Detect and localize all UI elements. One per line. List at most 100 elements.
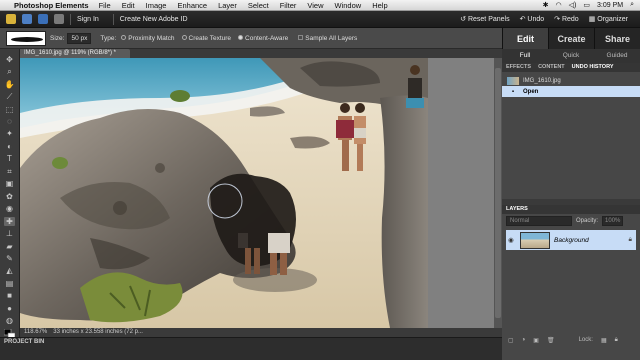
menu-enhance[interactable]: Enhance [177,1,207,10]
sample-all-layers-label: Sample All Layers [305,34,358,42]
type-label: Type: [100,34,117,42]
sponge-tool-icon[interactable]: ◍ [4,317,15,326]
menu-view[interactable]: View [307,1,323,10]
document-tab[interactable]: IMG_1610.jpg @ 119% (RGB/8*) * [20,49,130,58]
project-bin: PROJECT BIN [0,337,502,360]
subtab-quick[interactable]: Quick [548,49,594,63]
canvas-pasteboard [428,58,494,328]
crop-tool-icon[interactable]: ⌗ [4,167,15,176]
visibility-eye-icon[interactable]: ◉ [508,236,516,244]
layer-background[interactable]: ◉ Background 🔒︎ [506,230,636,250]
brush-preset-picker[interactable] [6,30,46,46]
image-canvas[interactable] [20,58,428,328]
scrollbar-thumb[interactable] [495,68,501,318]
tab-effects[interactable]: EFFECTS [506,63,531,72]
menu-file[interactable]: File [99,1,111,10]
eraser-tool-icon[interactable]: ▰ [4,242,15,251]
red-eye-tool-icon[interactable]: ◉ [4,204,15,213]
sample-all-layers-checkbox[interactable]: Sample All Layers [298,35,357,42]
menu-help[interactable]: Help [372,1,387,10]
spotlight-icon[interactable]: ⌕ [630,1,634,9]
gradient-tool-icon[interactable]: ▤ [4,279,15,288]
create-adobe-id-link[interactable]: Create New Adobe ID [120,16,188,23]
vertical-scrollbar[interactable] [494,58,502,328]
cookie-cutter-icon[interactable]: ✿ [4,192,15,201]
radio-icon [181,35,187,41]
type-tool-icon[interactable]: T [4,155,15,164]
menu-layer[interactable]: Layer [218,1,237,10]
lock-label: Lock: [578,337,593,343]
volume-icon[interactable]: ◁) [569,1,577,9]
size-input[interactable]: 50 px [67,32,92,44]
open-file-icon[interactable] [22,14,32,24]
blend-mode-select[interactable]: Normal [506,216,572,226]
tab-undo-history[interactable]: UNDO HISTORY [572,63,614,72]
blur-tool-icon[interactable]: ● [4,304,15,313]
tab-content[interactable]: CONTENT [538,63,565,72]
type-proximity-match[interactable]: Proximity Match [121,35,175,42]
app-menu[interactable]: Photoshop Elements [14,1,89,10]
clock[interactable]: 3:09 PM [597,2,623,9]
spot-healing-brush-icon[interactable]: ✚ [4,216,15,227]
app-bar: Sign In Create New Adobe ID ↺ Reset Pane… [0,11,640,28]
bluetooth-icon[interactable]: ✱ [543,1,549,9]
organizer-button[interactable]: ▦ Organizer [589,15,628,23]
tab-create[interactable]: Create [548,28,594,49]
edit-subtabs: Full Quick Guided [502,49,640,63]
eyedropper-tool-icon[interactable]: ⟋ [4,92,15,101]
reset-panels-button[interactable]: ↺ Reset Panels [460,15,509,23]
menu-filter[interactable]: Filter [280,1,297,10]
tab-share[interactable]: Share [594,28,640,49]
hand-tool-icon[interactable]: ✋ [4,80,15,89]
sign-in-link[interactable]: Sign In [77,16,99,23]
wifi-icon[interactable]: ◠ [556,1,562,9]
menu-image[interactable]: Image [146,1,167,10]
layer-mask-icon[interactable]: ▣ [533,337,539,344]
type-option-label: Content-Aware [245,34,289,42]
status-bar: 118.67% 33 inches x 23.558 inches (72 p.… [20,328,502,337]
menu-edit[interactable]: Edit [122,1,135,10]
subtab-guided[interactable]: Guided [594,49,640,63]
reset-panels-label: Reset Panels [467,16,510,23]
selection-brush-icon[interactable]: ◐ [4,142,15,151]
history-item-snapshot[interactable]: IMG_1610.jpg [502,75,640,86]
redo-button[interactable]: ↷ Redo [554,15,579,23]
document-size: 33 inches x 23.558 inches (72 p... [53,329,143,335]
new-file-icon[interactable] [6,14,16,24]
type-content-aware[interactable]: Content-Aware [238,35,288,42]
adjustment-layer-icon[interactable]: ◑ [522,337,526,343]
recompose-tool-icon[interactable]: ▣ [4,180,15,189]
battery-icon[interactable]: ▭ [583,1,590,9]
organizer-label: Organizer [597,16,628,23]
menu-window[interactable]: Window [335,1,362,10]
subtab-full[interactable]: Full [502,49,548,63]
redo-icon: ↷ [554,16,562,23]
move-tool-icon[interactable]: ✥ [4,55,15,64]
marquee-tool-icon[interactable]: ⬚ [4,105,15,114]
print-icon[interactable] [54,14,64,24]
clone-stamp-icon[interactable]: ⊥ [4,229,15,238]
magic-wand-tool-icon[interactable]: ✦ [4,130,15,139]
paint-bucket-icon[interactable]: ◭ [4,267,15,276]
tab-edit[interactable]: Edit [502,28,548,49]
shape-tool-icon[interactable]: ■ [4,292,15,301]
menu-select[interactable]: Select [248,1,269,10]
save-icon[interactable] [38,14,48,24]
radio-icon [121,35,127,41]
layers-title[interactable]: LAYERS [506,205,528,214]
delete-layer-icon[interactable]: 🗑︎ [547,337,555,344]
opacity-input[interactable]: 100% [602,216,624,226]
lasso-tool-icon[interactable]: ◌ [4,117,15,126]
history-item-label: IMG_1610.jpg [523,77,561,84]
checkbox-icon [298,35,304,41]
brush-tool-icon[interactable]: ✎ [4,254,15,263]
lock-all-icon[interactable]: 🔒︎ [615,337,618,344]
zoom-tool-icon[interactable]: ⌕ [4,67,15,76]
project-bin-label[interactable]: PROJECT BIN [0,338,502,346]
history-item-open[interactable]: ▪ Open [502,86,640,97]
lock-transparency-icon[interactable]: ▦ [601,337,607,344]
zoom-level[interactable]: 118.67% [24,328,47,337]
new-layer-icon[interactable]: ▢ [508,337,514,344]
type-create-texture[interactable]: Create Texture [181,35,231,42]
undo-button[interactable]: ↶ Undo [520,15,545,23]
